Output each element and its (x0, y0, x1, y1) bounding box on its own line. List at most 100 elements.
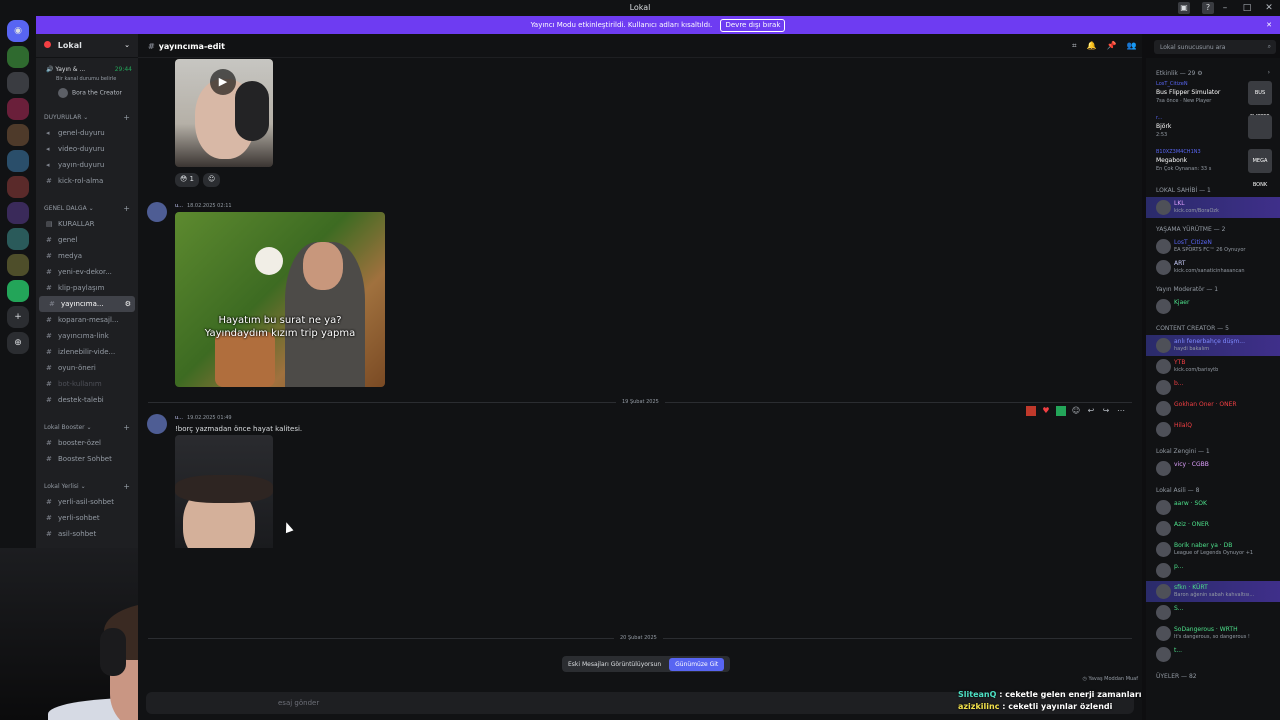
channel-item[interactable]: # klip-paylaşım (36, 280, 138, 296)
channel-item-selected[interactable]: # yayıncıma... ⚙ (39, 296, 135, 312)
member-item[interactable]: vicy · CGBB (1146, 458, 1280, 479)
message-author[interactable]: u... 19.02.2025 01:49 (175, 415, 232, 421)
member-item[interactable]: t... (1146, 644, 1280, 665)
channel-item[interactable]: # oyun-öneri (36, 360, 138, 376)
bell-icon[interactable]: 🔔 (1087, 41, 1097, 51)
activity-item[interactable]: LosT_CitizeN Bus Flipper Simulator 7sa önc… (1146, 77, 1280, 120)
server-icon[interactable] (7, 98, 29, 120)
channel-item[interactable]: # medya (36, 248, 138, 264)
jump-to-present-button[interactable]: Günümüze Git (669, 657, 725, 671)
play-icon[interactable]: ▶ (210, 69, 236, 95)
channel-item[interactable]: # destek-talebi (36, 392, 138, 408)
disable-streamer-mode-button[interactable]: Devre dışı bırak (720, 19, 786, 32)
member-item[interactable]: ART kick.com/sanaticinhasancan (1146, 257, 1280, 278)
avatar[interactable] (147, 414, 167, 434)
guild-header[interactable]: Lokal ⌄ (36, 34, 138, 58)
video-attachment[interactable]: ▶ (175, 59, 273, 167)
add-channel-icon[interactable]: + (123, 423, 130, 432)
forward-icon[interactable]: ↪ (1101, 406, 1111, 416)
channel-item[interactable]: # asil-sohbet (36, 526, 138, 542)
add-channel-icon[interactable]: + (123, 113, 130, 122)
channel-item[interactable]: # koparan-mesajl... (36, 312, 138, 328)
member-item[interactable]: Gokhan Oner · ONER (1146, 398, 1280, 419)
explore-icon[interactable]: ⊕ (7, 332, 29, 354)
member-item[interactable]: S... (1146, 602, 1280, 623)
member-item[interactable]: sfkn · KÜRT Baron ağenin sabah kahvaltısı… (1146, 581, 1280, 602)
discord-home-icon[interactable]: ◉ (7, 20, 29, 42)
member-item[interactable]: Kjaer (1146, 296, 1280, 317)
channel-item[interactable]: # genel (36, 232, 138, 248)
close-icon[interactable]: ✕ (1258, 0, 1280, 16)
kick-server-icon[interactable] (7, 280, 29, 302)
channel-item[interactable]: # izlenebilir-vide... (36, 344, 138, 360)
inbox-icon[interactable]: ▣ (1178, 2, 1190, 14)
add-reaction-icon[interactable]: ☺ (1071, 406, 1081, 416)
member-item[interactable]: aarw · SOK (1146, 497, 1280, 518)
server-icon[interactable] (7, 46, 29, 68)
voice-channel[interactable]: 🔊 Yayın & ... 29:44 Bir kanal durumu bel… (46, 66, 134, 98)
activity-item[interactable]: r... Björk 2:53 (1146, 111, 1280, 145)
channel-item[interactable]: # kick-rol-alma (36, 173, 138, 189)
member-item[interactable]: anlı fenerbahçe düşm... haydi bakalım (1146, 335, 1280, 356)
channel-item[interactable]: # bot-kullanım (36, 376, 138, 392)
add-server-icon[interactable]: + (7, 306, 29, 328)
member-item[interactable]: p... (1146, 560, 1280, 581)
threads-icon[interactable]: ⌗ (1072, 41, 1077, 51)
image-attachment[interactable] (175, 435, 273, 548)
channel-item[interactable]: ◂ genel-duyuru (36, 125, 138, 141)
channel-item[interactable]: # yeni-ev-dekor... (36, 264, 138, 280)
category-header[interactable]: Lokal Yerlisi ⌄ + (44, 482, 132, 491)
maximize-icon[interactable]: □ (1236, 0, 1258, 16)
category-header[interactable]: Lokal Booster ⌄ + (44, 423, 132, 432)
avatar[interactable] (147, 202, 167, 222)
chevron-right-icon[interactable]: › (1268, 69, 1270, 76)
channel-item[interactable]: # booster-özel (36, 435, 138, 451)
member-item[interactable]: LosT_CitizeN EA SPORTS FC™ 26 Oynuyor (1146, 236, 1280, 257)
member-item[interactable]: YTB kick.com/barisytb (1146, 356, 1280, 377)
reaction-chip[interactable]: 😳 1 (175, 173, 199, 187)
close-banner-icon[interactable]: ✕ (1266, 16, 1272, 34)
channel-item[interactable]: # yayıncıma-link (36, 328, 138, 344)
search-input[interactable]: Lokal sunucusunu ara ⌕ (1154, 40, 1276, 54)
member-item[interactable]: b... (1146, 377, 1280, 398)
reaction-shortcut-icon[interactable] (1026, 406, 1036, 416)
member-item[interactable]: HilalQ (1146, 419, 1280, 440)
help-icon[interactable]: ? (1202, 2, 1214, 14)
heart-icon[interactable]: ♥ (1041, 406, 1051, 416)
add-channel-icon[interactable]: + (123, 482, 130, 491)
members-icon[interactable]: 👥 (1126, 41, 1136, 51)
channel-item[interactable]: ◂ yayın-duyuru (36, 157, 138, 173)
member-item[interactable]: Aziz · ONER (1146, 518, 1280, 539)
reply-icon[interactable]: ↩ (1086, 406, 1096, 416)
image-attachment[interactable]: Hayatım bu surat ne ya? Yayındaydım kızı… (175, 212, 385, 387)
voice-user[interactable]: Bora the Creator (46, 88, 134, 98)
voice-status[interactable]: Bir kanal durumu belirle (46, 76, 134, 82)
gear-icon[interactable]: ⚙ (125, 300, 131, 308)
minimize-icon[interactable]: – (1214, 0, 1236, 16)
server-icon[interactable] (7, 202, 29, 224)
server-icon[interactable] (7, 150, 29, 172)
category-header[interactable]: DUYURULAR ⌄ + (44, 113, 132, 122)
add-reaction-icon[interactable]: ☺ (203, 173, 221, 187)
gear-icon[interactable]: ⚙ (1197, 70, 1202, 77)
category-header[interactable]: GENEL DALGA ⌄ + (44, 204, 132, 213)
message-author[interactable]: u... 18.02.2025 02:11 (175, 203, 232, 209)
server-icon[interactable] (7, 72, 29, 94)
channel-item[interactable]: ▤ KURALLAR (36, 216, 138, 232)
more-icon[interactable]: ⋯ (1116, 406, 1126, 416)
server-icon[interactable] (7, 228, 29, 250)
pin-icon[interactable]: 📌 (1106, 41, 1116, 51)
channel-item[interactable]: # yerli-sohbet (36, 510, 138, 526)
member-item[interactable]: Borik naber ya · DB League of Legends Oyn… (1146, 539, 1280, 560)
server-icon[interactable] (7, 176, 29, 198)
add-channel-icon[interactable]: + (123, 204, 130, 213)
activity-item[interactable]: B10XZ3M4CH1N3 Megabonk En Çok Oynanan: 33 … (1146, 145, 1280, 188)
channel-item[interactable]: # yerli-asil-sohbet (36, 494, 138, 510)
channel-item[interactable]: ◂ video-duyuru (36, 141, 138, 157)
server-icon[interactable] (7, 124, 29, 146)
check-icon[interactable] (1056, 406, 1066, 416)
server-icon[interactable] (7, 254, 29, 276)
member-item[interactable]: LKL kick.com/BoraOzk (1146, 197, 1280, 218)
member-item[interactable]: SoDangerous · WRTH It's dangerous, so dan… (1146, 623, 1280, 644)
channel-item[interactable]: # Booster Sohbet (36, 451, 138, 467)
